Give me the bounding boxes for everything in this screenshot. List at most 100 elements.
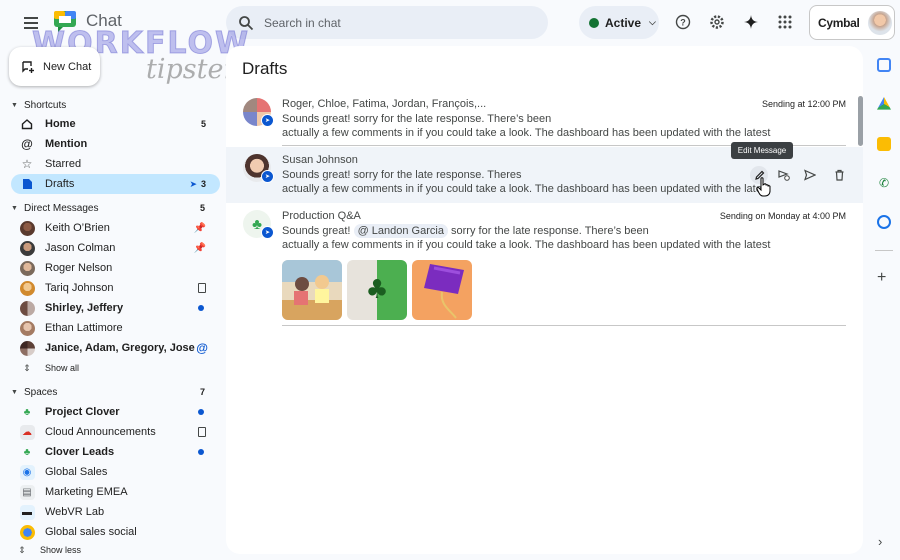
draft-text-line: Sounds great! @ Landon Garcia sorry for … [282,224,649,238]
right-rail: ✆ + › [870,52,896,560]
send-button[interactable] [801,166,819,184]
show-all-button[interactable]: ⇕ Show all [11,358,220,378]
sidebar-item-label: Tariq Johnson [45,282,114,294]
pin-icon: 📌 [193,242,206,254]
sidebar-item-home[interactable]: Home 5 [11,114,220,134]
dm-item[interactable]: Janice, Adam, Gregory, Jose... @ [11,338,220,358]
avatar [19,220,35,236]
space-item[interactable]: ♣ Project Clover [11,402,220,422]
schedule-send-button[interactable] [775,166,793,184]
draft-text-line: actually a few comments in if you could … [282,183,771,195]
sidebar-item-label: Show less [40,545,82,555]
at-icon: @ [21,137,33,151]
account-switcher[interactable]: Cymbal [809,5,895,40]
dm-item[interactable]: Keith O’Brien 📌 [11,218,220,238]
chevron-down-icon: ⌵ [649,17,656,27]
image-attachment[interactable] [412,260,472,320]
draft-recipients: Susan Johnson [282,154,358,166]
scrollbar[interactable] [858,96,863,146]
show-less-button[interactable]: ⇕ Show less [6,540,215,560]
add-icon[interactable]: + [877,269,886,287]
calendar-icon[interactable] [877,58,891,72]
space-item[interactable]: ▬ WebVR Lab [11,502,220,522]
draft-text-line: actually a few comments in if you could … [282,127,771,139]
pin-icon: 📌 [193,222,206,234]
chevron-right-icon[interactable]: › [878,534,882,549]
dm-item[interactable]: Tariq Johnson [11,278,220,298]
unread-dot [198,409,204,415]
home-icon [19,116,35,132]
expand-icon: ⇕ [23,362,31,373]
sidebar-item-drafts[interactable]: Drafts ➤ 3 [11,174,220,194]
scheduled-time: Sending on Monday at 4:00 PM [719,211,846,221]
edit-message-tooltip: Edit Message [731,142,793,159]
divider [282,325,846,326]
sidebar-item-label: Shirley, Jeffery [45,302,124,314]
mention-chip[interactable]: @ Landon Garcia [353,224,448,238]
search-bar[interactable] [226,6,548,39]
star-icon: ☆ [21,157,33,171]
sidebar-item-starred[interactable]: ☆ Starred [11,154,220,174]
page-title: Drafts [242,59,288,78]
dm-item[interactable]: Roger Nelson [11,258,220,278]
sidebar-item-label: Janice, Adam, Gregory, Jose... [45,342,195,354]
search-input[interactable] [264,15,524,30]
send-icon [804,169,816,181]
sidebar-item-label: WebVR Lab [45,506,105,518]
draft-recipients: Roger, Chloe, Fatima, Jordan, François,.… [282,98,487,110]
svg-text:♣: ♣ [365,275,388,305]
draft-text-line: Sounds great! sorry for the late respons… [282,169,522,181]
schedule-send-icon [778,170,790,181]
tasks-icon[interactable] [877,215,891,229]
new-chat-label: New Chat [43,60,92,73]
dm-item[interactable]: Shirley, Jeffery [11,298,220,318]
dm-item[interactable]: Jason Colman 📌 [11,238,220,258]
sidebar-item-label: Show all [45,363,80,373]
dm-item[interactable]: Ethan Lattimore [11,318,220,338]
space-item[interactable]: Global sales social [11,522,220,542]
settings-icon[interactable] [707,12,727,32]
drive-icon[interactable] [877,97,891,110]
image-attachment[interactable]: ♣ [347,260,407,320]
space-item[interactable]: ☁ Cloud Announcements [11,422,220,442]
delete-button[interactable] [830,166,848,184]
status-dot [589,17,599,28]
draft-badge-icon: ➤ [261,114,274,127]
svg-text:?: ? [680,18,686,28]
space-item[interactable]: ♣ Clover Leads [11,442,220,462]
sidebar-item-label: Home [45,118,76,130]
spaces-section-header[interactable]: ▼ Spaces 7 [0,382,220,402]
section-title: Shortcuts [24,99,67,111]
space-item[interactable]: ◉ Global Sales [11,462,220,482]
divider [875,250,893,251]
sidebar-item-label: Jason Colman [45,242,116,254]
direct-messages-section-header[interactable]: ▼ Direct Messages 5 [0,198,220,218]
sidebar-item-mention[interactable]: @ Mention [11,134,220,154]
drafts-panel: Drafts ➤ Roger, Chloe, Fatima, Jordan, F… [226,46,863,554]
shortcuts-section-header[interactable]: ▼ Shortcuts [0,95,220,115]
apps-grid-icon[interactable] [775,12,795,32]
keep-icon[interactable] [877,137,891,151]
sidebar-item-label: Starred [45,158,82,170]
sidebar-item-label: Mention [45,138,88,150]
space-item[interactable]: ▤ Marketing EMEA [11,482,220,502]
avatar [19,300,35,316]
globe-icon: ◉ [19,464,35,480]
draft-badge-icon: ➤ [261,170,274,183]
image-attachment[interactable] [282,260,342,320]
draft-text-segment: sorry for the late response. There’s bee… [451,225,649,237]
avatar [19,260,35,276]
unread-dot [198,449,204,455]
help-icon[interactable]: ? [673,12,693,32]
new-chat-button[interactable]: New Chat [9,47,100,86]
marketing-icon: ▤ [19,484,35,500]
sidebar-item-label: Ethan Lattimore [45,322,123,334]
sidebar-item-label: Project Clover [45,406,120,418]
trash-icon [835,169,843,181]
status-label: Active [605,15,642,30]
status-dropdown[interactable]: Active ⌵ [579,6,659,39]
sidebar-item-label: Global Sales [45,466,108,478]
avatar [19,320,35,336]
voice-icon[interactable]: ✆ [877,176,891,190]
gemini-sparkle-icon[interactable] [741,12,761,32]
